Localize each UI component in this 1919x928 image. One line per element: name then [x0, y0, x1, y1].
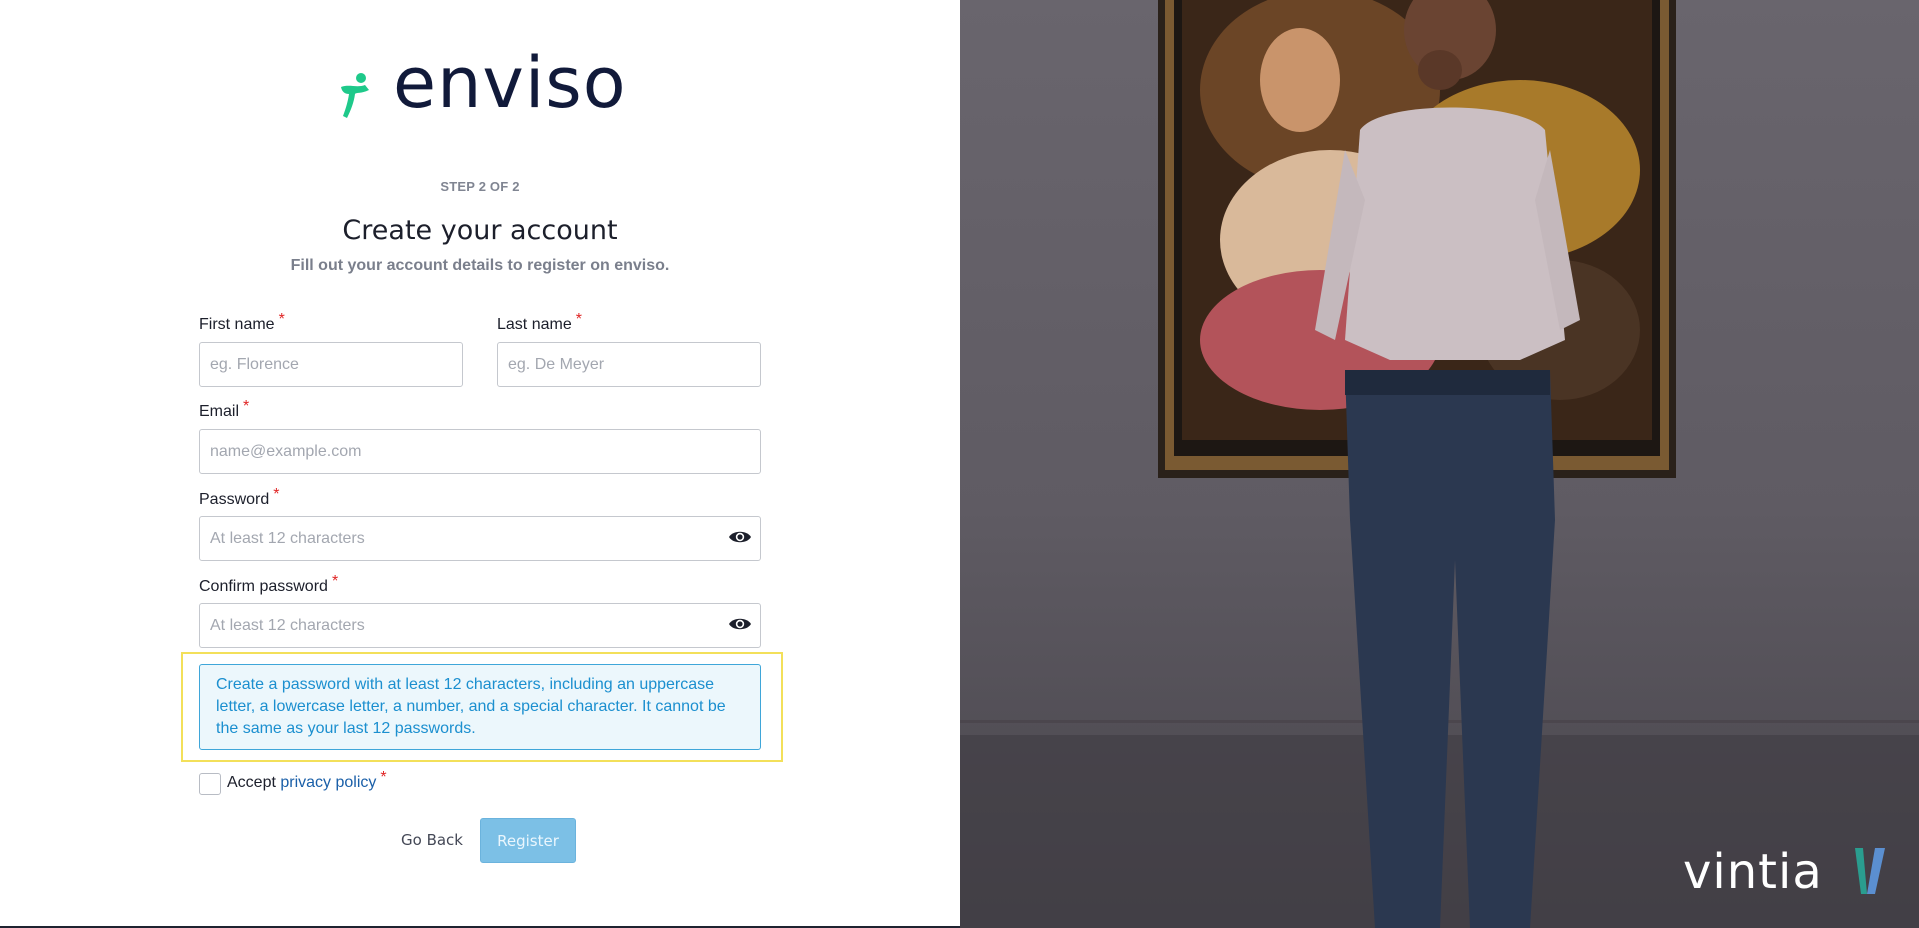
required-marker: *	[278, 311, 285, 328]
museum-visitor-illustration	[960, 0, 1919, 928]
register-button[interactable]: Register	[480, 818, 576, 863]
eye-icon[interactable]	[728, 529, 752, 545]
go-back-button[interactable]: Go Back	[391, 818, 473, 862]
required-marker: *	[273, 486, 280, 503]
required-marker: *	[331, 573, 339, 590]
password-label-text: Password	[199, 491, 270, 508]
password-input[interactable]	[199, 516, 761, 561]
privacy-policy-link[interactable]: privacy policy	[280, 774, 376, 791]
required-marker: *	[243, 398, 250, 415]
password-label: Password *	[199, 486, 279, 509]
password-requirements-hint: Create a password with at least 12 chara…	[199, 664, 761, 750]
confirm-password-input[interactable]	[199, 603, 761, 648]
first-name-input[interactable]	[199, 342, 463, 387]
enviso-wordmark: enviso	[393, 42, 627, 124]
confirm-password-label: Confirm password *	[199, 573, 338, 596]
last-name-label: Last name *	[497, 311, 582, 334]
accept-privacy-checkbox[interactable]	[199, 773, 221, 795]
email-label-text: Email	[199, 403, 240, 420]
eye-icon[interactable]	[728, 616, 752, 632]
signup-panel: enviso STEP 2 OF 2 Create your account F…	[0, 0, 960, 928]
page-title: Create your account	[342, 215, 618, 246]
first-name-label: First name *	[199, 311, 285, 334]
accept-privacy-label: Accept privacy policy *	[227, 769, 387, 792]
step-indicator: STEP 2 OF 2	[440, 179, 520, 194]
museum-photo: vintia	[960, 0, 1919, 928]
vintia-wordmark: vintia	[1683, 844, 1823, 900]
confirm-password-label-text: Confirm password	[199, 578, 328, 595]
enviso-figure-icon	[341, 73, 369, 118]
vintia-logo: vintia	[1683, 848, 1893, 908]
last-name-input[interactable]	[497, 342, 761, 387]
vintia-mark-icon	[1855, 848, 1885, 894]
last-name-label-text: Last name	[497, 316, 572, 333]
first-name-label-text: First name	[199, 316, 275, 333]
required-marker: *	[575, 311, 582, 328]
email-input[interactable]	[199, 429, 761, 474]
accept-prefix: Accept	[227, 774, 276, 791]
enviso-logo: enviso	[335, 48, 635, 128]
required-marker: *	[380, 769, 387, 786]
email-label: Email *	[199, 398, 249, 421]
page-subtitle: Fill out your account details to registe…	[290, 257, 670, 274]
